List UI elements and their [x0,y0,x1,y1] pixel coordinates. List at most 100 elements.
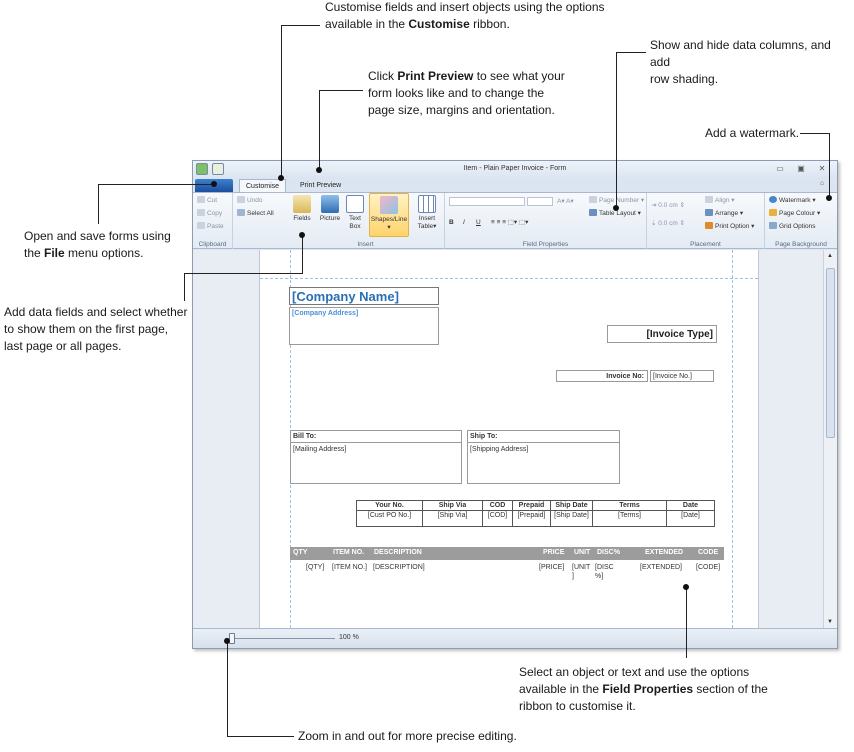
italic-button[interactable]: I [463,218,465,227]
zoom-slider[interactable] [225,638,335,639]
vertical-scrollbar[interactable]: ▲ ▼ [823,250,837,628]
window-title: Item - Plain Paper Invoice - Form [463,165,567,172]
items-header-cell: EXTENDED [645,549,684,556]
fields-button[interactable]: Fields [291,195,313,223]
leader-dot [299,232,305,238]
leader-print-v [319,90,320,170]
undo-icon [237,196,245,203]
zoom-slider-thumb[interactable] [229,633,235,644]
help-icon[interactable]: ⌂ [817,180,827,189]
page-colour-button[interactable]: Page Colour ▾ [769,209,820,218]
insert-table-button[interactable]: Insert Table▾ [413,195,441,231]
maximize-icon[interactable]: ▣ [796,165,806,174]
leader-file-h [98,184,213,185]
bold-button[interactable]: B [449,218,454,227]
mailing-address-text: [Mailing Address] [293,446,347,453]
callout-customise: Customise fields and insert objects usin… [325,0,605,31]
tab-print-preview[interactable]: Print Preview [294,179,347,192]
font-color-icon[interactable]: A▾ A▾ [557,197,574,206]
select-all-button[interactable]: Select All [237,209,274,218]
minimize-icon[interactable]: ▭ [775,165,785,174]
leader-dot [278,175,284,181]
items-header-cell: ITEM NO. [333,549,365,556]
underline-button[interactable]: U [476,218,481,227]
bill-to-label: Bill To: [293,433,317,440]
items-header-row[interactable]: QTY ITEM NO. DESCRIPTION PRICE UNIT DISC… [290,547,724,560]
items-header-cell: QTY [293,549,308,556]
order-header-cell: Terms [592,500,667,511]
item-value-cell: [ITEM NO.] [332,564,367,571]
order-header-cell: COD [482,500,513,511]
select-all-icon [237,209,245,216]
invoice-type-field[interactable]: [Invoice Type] [607,325,717,343]
order-info-table[interactable]: Your No. Ship Via COD Prepaid Ship Date … [356,500,715,527]
text-box-icon [346,195,364,213]
items-header-cell: DESCRIPTION [374,549,422,556]
spin-horizontal[interactable]: ⇥ 0.0 cm ⇕ [651,201,685,210]
spin-vertical[interactable]: ⇣ 0.0 cm ⇕ [651,219,685,228]
bill-to-box[interactable]: Bill To: [Mailing Address] [290,430,462,484]
ship-to-box[interactable]: Ship To: [Shipping Address] [467,430,620,484]
undo-button[interactable]: Undo [237,196,263,205]
grid-options-icon [769,222,777,229]
item-value-cell: [DESCRIPTION] [373,564,425,571]
item-value-cell: [EXTENDED] [640,564,683,571]
cut-button[interactable]: Cut [197,196,217,205]
company-name-field[interactable]: [Company Name] [289,287,439,305]
order-header-cell: Prepaid [512,500,551,511]
items-header-cell: UNIT [574,549,591,556]
group-insert: Fields Picture Text Box Shapes/Line ▾ Inse… [287,193,445,249]
callout-zoom: Zoom in and out for more precise editing… [298,729,517,743]
picture-button[interactable]: Picture [317,195,343,223]
copy-button[interactable]: Copy [197,209,222,218]
text-box-button[interactable]: Text Box [345,195,365,231]
scroll-up-icon[interactable]: ▲ [827,253,833,259]
item-value-cell: [QTY] [306,564,325,571]
form-page[interactable]: [Company Name] [Company Address] [Invoic… [259,250,759,628]
leader-watermark-h [800,133,830,134]
order-value-cell: [Terms] [592,510,667,527]
align-button[interactable]: Align ▾ [705,196,735,205]
align-text-icons[interactable]: ≡ ≡ ≡ ⬚▾ ⬚▾ [491,218,528,227]
invoice-no-text: [Invoice No.] [653,373,692,380]
tab-customise[interactable]: Customise [239,179,287,192]
order-header-cell: Your No. [356,500,423,511]
order-header-cell: Ship Date [550,500,593,511]
leader-columns-v [616,52,617,208]
form-workspace[interactable]: [Company Name] [Company Address] [Invoic… [193,250,823,628]
invoice-no-label-box[interactable]: Invoice No: [556,370,648,382]
font-size-combo[interactable] [527,197,553,206]
print-option-button[interactable]: Print Option ▾ [705,222,754,231]
group-clipboard: Cut Copy Paste Clipboard [193,193,233,249]
company-address-field[interactable]: [Company Address] [289,307,439,345]
paste-button[interactable]: Paste [197,222,224,231]
font-name-combo[interactable] [449,197,525,206]
order-header-cell: Date [666,500,715,511]
watermark-button[interactable]: Watermark ▾ [769,196,816,205]
leader-field-props-v [686,587,687,658]
app-window: Item - Plain Paper Invoice - Form ▭ ▣ ✕ … [192,160,838,649]
title-bar: Item - Plain Paper Invoice - Form ▭ ▣ ✕ [193,161,837,178]
scroll-down-icon[interactable]: ▼ [827,619,833,625]
scroll-thumb[interactable] [826,268,835,438]
leader-watermark-v [829,133,830,198]
ship-to-label: Ship To: [470,433,498,440]
shapes-line-button[interactable]: Shapes/Line ▾ [369,193,409,237]
callout-fields: Add data fields and select whether to sh… [4,305,188,353]
leader-dot [211,181,217,187]
invoice-no-field[interactable]: [Invoice No.] [650,370,714,382]
leader-fields-h [184,273,303,274]
leader-dot [613,205,619,211]
shipping-address-text: [Shipping Address] [470,446,529,453]
item-value-cell: [PRICE] [539,564,565,571]
order-value-cell: [Ship Date] [550,510,593,527]
close-icon[interactable]: ✕ [817,165,827,174]
watermark-icon [769,196,777,203]
status-bar: 100 % [193,628,837,648]
copy-icon [197,209,205,216]
grid-options-button[interactable]: Grid Options [769,222,816,231]
callout-columns: Show and hide data columns, and add row … [650,38,831,86]
margin-guide-right [732,250,733,628]
item-value-cell: [UNIT ] [572,564,591,580]
arrange-button[interactable]: Arrange ▾ [705,209,743,218]
